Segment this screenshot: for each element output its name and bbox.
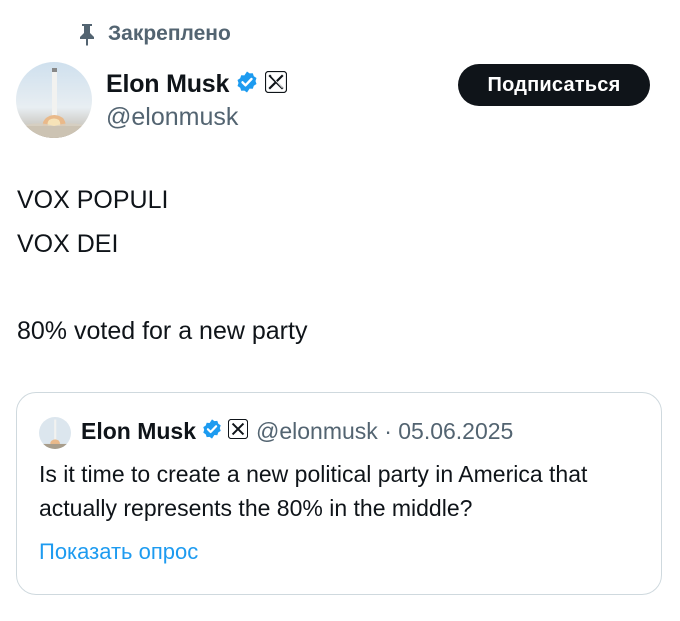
tweet-line: VOX POPULI	[17, 186, 169, 214]
quote-text: Is it time to create a new political par…	[39, 461, 588, 521]
quote-author-name: Elon Musk	[81, 418, 197, 444]
avatar[interactable]	[16, 62, 92, 138]
quote-meta: @elonmusk · 05.06.2025	[256, 418, 514, 444]
quote-header: Elon Musk @elonmusk · 05.06.2025	[81, 418, 513, 445]
quoted-tweet-card[interactable]: Elon Musk @elonmusk · 05.06.2025 Is it t…	[16, 392, 662, 595]
x-logo-icon	[227, 418, 249, 444]
author-name-row: Elon Musk	[106, 70, 288, 99]
author-name[interactable]: Elon Musk	[106, 70, 229, 99]
pin-icon	[76, 22, 98, 46]
show-poll-link[interactable]: Показать опрос	[39, 539, 198, 565]
quote-avatar[interactable]	[39, 417, 71, 449]
verified-badge-icon	[201, 418, 223, 445]
tweet-line: 80% voted for a new party	[17, 317, 308, 345]
tweet-line: VOX DEI	[17, 230, 119, 258]
pinned-label: Закреплено	[108, 22, 231, 45]
follow-button[interactable]: Подписаться	[458, 64, 650, 106]
author-handle[interactable]: @elonmusk	[106, 103, 238, 132]
verified-badge-icon[interactable]	[235, 70, 259, 99]
x-logo-icon[interactable]	[265, 70, 288, 98]
pinned-indicator: Закреплено	[76, 22, 231, 46]
